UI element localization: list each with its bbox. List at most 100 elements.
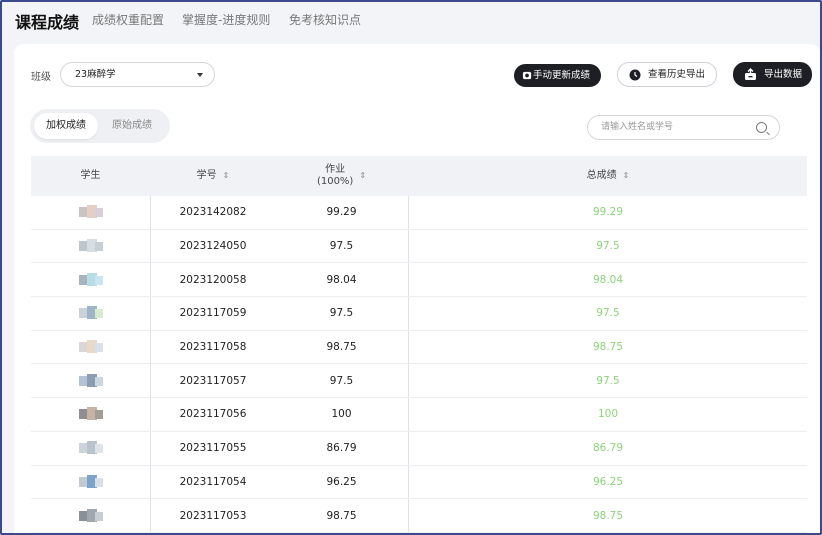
raw-score-option[interactable]: 原始成绩 xyxy=(100,113,164,139)
blurred-avatar xyxy=(71,439,111,457)
student-id-cell: 2023117059 xyxy=(179,307,247,320)
student-avatar-cell xyxy=(31,263,150,296)
blurred-avatar xyxy=(71,405,111,423)
table-row[interactable]: 2023117059 97.5 97.5 xyxy=(31,297,807,331)
total-score-cell: 97.5 xyxy=(596,240,620,253)
export-data-button[interactable]: 导出数据 xyxy=(733,62,812,87)
search-placeholder: 请输入姓名或学号 xyxy=(601,122,674,132)
weighted-score-option[interactable]: 加权成绩 xyxy=(34,113,98,139)
header-student-id[interactable]: 学号 ⇕ xyxy=(151,156,275,196)
total-score-cell: 98.75 xyxy=(592,341,624,354)
clock-icon xyxy=(629,69,641,81)
student-id-cell: 2023142082 xyxy=(179,206,247,219)
blurred-avatar xyxy=(71,507,111,525)
table-row[interactable]: 2023117054 96.25 96.25 xyxy=(31,466,807,500)
header-student: 学生 xyxy=(31,156,150,196)
total-score-cell: 97.5 xyxy=(596,374,620,387)
table-row[interactable]: 2023117057 97.5 97.5 xyxy=(31,364,807,399)
student-avatar-cell xyxy=(31,364,150,397)
total-score-cell: 96.25 xyxy=(592,475,624,488)
history-export-label: 查看历史导出 xyxy=(648,69,706,80)
header-homework-label: 作业 (100%) xyxy=(317,164,353,188)
homework-score-cell: 98.75 xyxy=(326,509,357,522)
table-row[interactable]: 2023120058 98.04 98.04 xyxy=(31,263,807,298)
total-score-cell: 98.04 xyxy=(592,273,624,286)
homework-score-cell: 98.04 xyxy=(326,273,357,286)
table-row[interactable]: 2023124050 97.5 97.5 xyxy=(31,230,807,264)
student-avatar-cell xyxy=(31,297,150,330)
homework-score-cell: 98.75 xyxy=(326,341,357,354)
tab-weight-config[interactable]: 成绩权重配置 xyxy=(92,11,164,28)
homework-score-cell: 97.5 xyxy=(329,240,354,253)
main-panel: 班级 23麻醉学 手动更新成绩 查看历史导出 导出数据 加权成绩 原始成绩 请输… xyxy=(14,44,820,533)
refresh-icon xyxy=(522,71,532,80)
student-avatar-cell xyxy=(31,432,150,465)
homework-score-cell: 86.79 xyxy=(326,442,357,455)
chevron-down-icon xyxy=(197,73,203,77)
top-tab-bar: 课程成绩 成绩权重配置 掌握度-进度规则 免考核知识点 xyxy=(2,2,820,42)
student-avatar-cell xyxy=(31,466,150,499)
tab-mastery-rules[interactable]: 掌握度-进度规则 xyxy=(182,11,270,28)
table-row[interactable]: 2023117055 86.79 86.79 xyxy=(31,432,807,466)
tab-exempt-knowledge[interactable]: 免考核知识点 xyxy=(289,11,361,28)
total-score-cell: 99.29 xyxy=(592,206,624,219)
manual-update-label: 手动更新成绩 xyxy=(533,70,591,81)
tab-course-scores[interactable]: 课程成绩 xyxy=(15,9,80,33)
student-avatar-cell xyxy=(31,398,150,431)
manual-update-button[interactable]: 手动更新成绩 xyxy=(514,64,601,87)
table-row[interactable]: 2023117053 98.75 98.75 xyxy=(31,499,807,533)
homework-score-cell: 97.5 xyxy=(329,374,354,387)
scores-table: 学生 学号 ⇕ 作业 (100%) ⇕ 总成绩 ⇕ 2023142082 99.2… xyxy=(31,156,807,533)
blurred-avatar xyxy=(71,271,111,289)
sort-icon[interactable]: ⇕ xyxy=(359,170,366,182)
sort-icon[interactable]: ⇕ xyxy=(223,170,230,182)
blurred-avatar xyxy=(71,304,111,322)
header-student-id-label: 学号 xyxy=(196,170,217,181)
total-score-cell: 100 xyxy=(597,408,619,421)
tab-label: 课程成绩 xyxy=(15,13,80,32)
homework-score-cell: 99.29 xyxy=(326,206,357,219)
export-icon xyxy=(745,68,756,80)
table-row[interactable]: 2023117058 98.75 98.75 xyxy=(31,331,807,365)
student-avatar-cell xyxy=(31,499,150,532)
student-id-cell: 2023117057 xyxy=(179,374,247,387)
homework-score-cell: 100 xyxy=(331,408,352,421)
student-avatar-cell xyxy=(31,196,150,229)
table-row[interactable]: 2023142082 99.29 99.29 xyxy=(31,196,807,230)
blurred-avatar xyxy=(71,372,111,390)
history-export-button[interactable]: 查看历史导出 xyxy=(617,62,717,87)
total-score-cell: 98.75 xyxy=(592,509,624,522)
table-row[interactable]: 2023117056 100 100 xyxy=(31,398,807,432)
blurred-avatar xyxy=(71,237,111,255)
student-id-cell: 2023124050 xyxy=(179,240,247,253)
total-score-cell: 86.79 xyxy=(592,442,624,455)
blurred-avatar xyxy=(71,203,111,221)
student-avatar-cell xyxy=(31,230,150,263)
blurred-avatar xyxy=(71,338,111,356)
student-id-cell: 2023117055 xyxy=(179,442,247,455)
student-id-cell: 2023117053 xyxy=(179,509,247,522)
header-homework-line1: 作业 xyxy=(325,164,346,175)
table-header: 学生 学号 ⇕ 作业 (100%) ⇕ 总成绩 ⇕ xyxy=(31,156,807,196)
student-avatar-cell xyxy=(31,331,150,364)
header-homework-line2: (100%) xyxy=(316,176,354,187)
header-student-label: 学生 xyxy=(80,170,101,181)
homework-score-cell: 97.5 xyxy=(329,307,354,320)
class-select-value: 23麻醉学 xyxy=(75,69,116,80)
header-total-label: 总成绩 xyxy=(586,170,617,181)
homework-score-cell: 96.25 xyxy=(326,475,357,488)
total-score-cell: 97.5 xyxy=(596,307,620,320)
class-select[interactable]: 23麻醉学 xyxy=(60,62,215,87)
sort-icon[interactable]: ⇕ xyxy=(623,170,630,182)
student-id-cell: 2023117058 xyxy=(179,341,247,354)
table-body: 2023142082 99.29 99.29 2023124050 97.5 97.5 20… xyxy=(31,196,807,533)
student-id-cell: 2023120058 xyxy=(179,273,247,286)
search-icon[interactable] xyxy=(756,122,767,133)
class-label: 班级 xyxy=(31,72,51,83)
search-input[interactable]: 请输入姓名或学号 xyxy=(587,115,780,140)
student-id-cell: 2023117056 xyxy=(179,408,247,421)
student-id-cell: 2023117054 xyxy=(179,475,247,488)
export-data-label: 导出数据 xyxy=(764,69,803,80)
header-homework[interactable]: 作业 (100%) ⇕ xyxy=(275,156,408,196)
header-total[interactable]: 总成绩 ⇕ xyxy=(409,156,807,196)
